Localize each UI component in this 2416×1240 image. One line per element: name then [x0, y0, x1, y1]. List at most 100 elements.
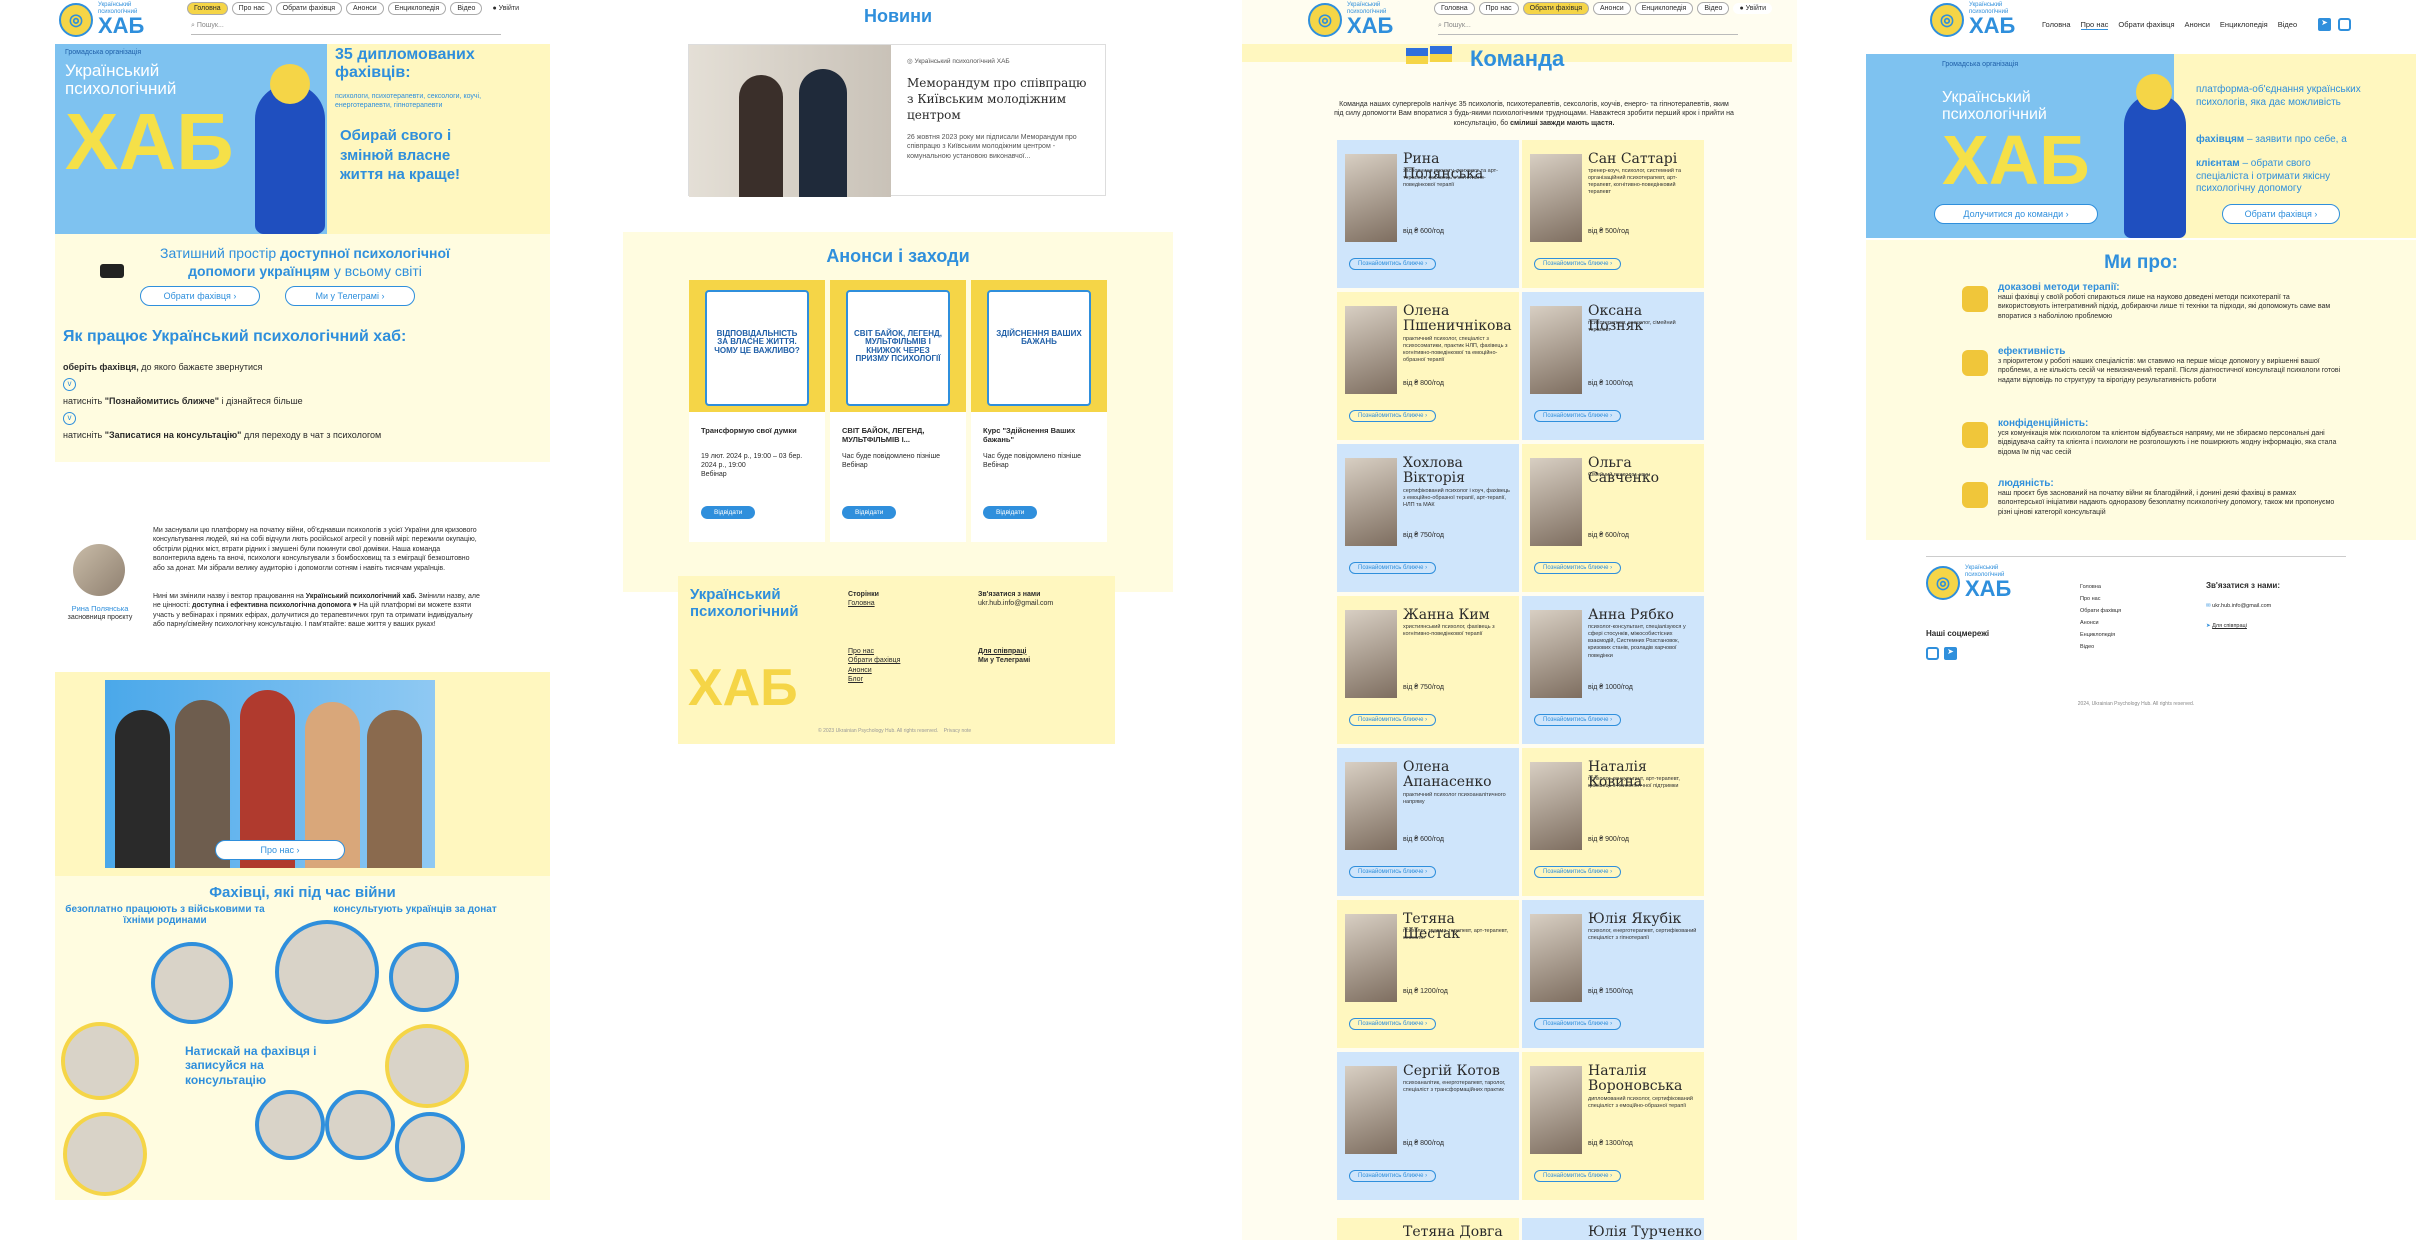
- learn-more-button[interactable]: Познайомитись ближче ›: [1349, 1170, 1437, 1182]
- search-input[interactable]: ⌕ Пошук...: [1438, 22, 1738, 35]
- footer-link[interactable]: Про нас: [848, 648, 874, 655]
- specialist-card[interactable]: Юлія Турченко: [1522, 1218, 1704, 1240]
- learn-more-button[interactable]: Познайомитись ближче ›: [1534, 866, 1622, 878]
- telegram-link[interactable]: Ми у Телеграмі: [978, 657, 1030, 664]
- specialist-card[interactable]: Сан Саттарі тренер-коуч, психолог, систем…: [1522, 140, 1704, 288]
- instagram-icon[interactable]: [2338, 18, 2351, 31]
- specialist-circle[interactable]: [255, 1090, 325, 1160]
- learn-more-button[interactable]: Познайомитись ближче ›: [1349, 258, 1437, 270]
- footer-logo[interactable]: ◎ Український психологічний ХАБ: [1926, 565, 2011, 600]
- email-link[interactable]: ukr.hub.info@gmail.com: [978, 600, 1053, 607]
- learn-more-button[interactable]: Познайомитись ближче ›: [1534, 1018, 1622, 1030]
- specialist-card[interactable]: Тетяна Шестак психолог, травма-терапевт, …: [1337, 900, 1519, 1048]
- nav-specialists[interactable]: Обрати фахівця: [275, 2, 343, 15]
- nav-home[interactable]: Головна: [2042, 20, 2071, 30]
- learn-more-button[interactable]: Познайомитись ближче ›: [1349, 562, 1437, 574]
- search-input[interactable]: ⌕ Пошук...: [191, 22, 501, 35]
- announcement-card[interactable]: ЗДІЙСНЕННЯ ВАШИХ БАЖАНЬ Курс "Здійснення …: [971, 280, 1107, 542]
- specialist-card[interactable]: Наталія Вороновська дипломований психолог…: [1522, 1052, 1704, 1200]
- choose-specialist-button[interactable]: Обрати фахівця ›: [2222, 204, 2340, 224]
- hero-title: Український психологічний: [65, 61, 177, 98]
- choose-specialist-button[interactable]: Обрати фахівця ›: [140, 286, 260, 306]
- nav-encyclopedia[interactable]: Енциклопедія: [2220, 20, 2268, 30]
- visit-button[interactable]: Відвідати: [983, 506, 1038, 519]
- specialist-card[interactable]: Жанна Ким християнський психолог, фахівец…: [1337, 596, 1519, 744]
- specialist-circle[interactable]: [385, 1024, 469, 1108]
- nav-encyclopedia[interactable]: Енциклопедія: [1634, 2, 1694, 15]
- specialist-circle[interactable]: [61, 1022, 139, 1100]
- specialist-card[interactable]: Тетяна Довга: [1337, 1218, 1519, 1240]
- nav-home[interactable]: Головна: [187, 2, 228, 15]
- nav-video[interactable]: Відео: [1697, 2, 1730, 15]
- footer-link[interactable]: Енциклопедія: [2080, 632, 2115, 638]
- nav-announcements[interactable]: Анонси: [1593, 2, 1631, 15]
- logo[interactable]: ◎ Український психологічний ХАБ: [1308, 2, 1393, 37]
- specialist-card[interactable]: Сергій Котов психоаналітик, енерготерапев…: [1337, 1052, 1519, 1200]
- footer-link[interactable]: Анонси: [2080, 620, 2099, 626]
- footer-link[interactable]: Про нас: [2080, 596, 2100, 602]
- nav-about[interactable]: Про нас: [1478, 2, 1519, 15]
- footer-coop[interactable]: ➤ Для співпраці: [2206, 623, 2247, 629]
- footer-email[interactable]: ✉ ukr.hub.info@gmail.com: [2206, 603, 2271, 609]
- specialist-circle[interactable]: [151, 942, 233, 1024]
- nav-announcements[interactable]: Анонси: [2185, 20, 2210, 30]
- footer-copyright: © 2023 Ukrainian Psychology Hub. All rig…: [818, 728, 972, 734]
- nav-about[interactable]: Про нас: [231, 2, 272, 15]
- specialist-card[interactable]: Ольга Савченко Сімейний психолог, коуч від…: [1522, 444, 1704, 592]
- specialist-circle[interactable]: [395, 1112, 465, 1182]
- learn-more-button[interactable]: Познайомитись ближче ›: [1534, 714, 1622, 726]
- telegram-icon[interactable]: ➤: [1944, 647, 1957, 660]
- visit-button[interactable]: Відвідати: [842, 506, 897, 519]
- nav-announcements[interactable]: Анонси: [346, 2, 384, 15]
- learn-more-button[interactable]: Познайомитись ближче ›: [1534, 410, 1622, 422]
- announcement-card[interactable]: СВІТ БАЙОК, ЛЕГЕНД, МУЛЬТФІЛЬМІВ І КНИЖО…: [830, 280, 966, 542]
- visit-button[interactable]: Відвідати: [701, 506, 756, 519]
- news-card[interactable]: ◎ Український психологічний ХАБ Меморанд…: [688, 44, 1106, 197]
- logo[interactable]: ◎ Український психологічний ХАБ: [1930, 2, 2015, 37]
- login-link[interactable]: ● Увійти: [1733, 3, 1773, 14]
- footer-link[interactable]: Головна: [2080, 584, 2101, 590]
- join-team-button[interactable]: Долучитися до команди ›: [1934, 204, 2098, 224]
- coop-link[interactable]: Для співпраці: [978, 648, 1026, 655]
- nav-encyclopedia[interactable]: Енциклопедія: [387, 2, 447, 15]
- learn-more-button[interactable]: Познайомитись ближче ›: [1349, 866, 1437, 878]
- specialist-card[interactable]: Анна Рябко психолог-консультант, спеціалі…: [1522, 596, 1704, 744]
- footer-link[interactable]: Відео: [2080, 644, 2094, 650]
- nav-home[interactable]: Головна: [1434, 2, 1475, 15]
- specialist-circle[interactable]: [325, 1090, 395, 1160]
- specialist-circle[interactable]: [389, 942, 459, 1012]
- footer-link[interactable]: Головна: [848, 600, 875, 607]
- telegram-icon[interactable]: ➤: [2318, 18, 2331, 31]
- footer-link[interactable]: Блог: [848, 676, 863, 683]
- learn-more-button[interactable]: Познайомитись ближче ›: [1534, 562, 1622, 574]
- learn-more-button[interactable]: Познайомитись ближче ›: [1534, 1170, 1622, 1182]
- specialist-card[interactable]: Оксана Позняк психотерапевт, сексолог, сі…: [1522, 292, 1704, 440]
- logo[interactable]: ◎ Український психологічний ХАБ: [59, 2, 144, 37]
- nav-video[interactable]: Відео: [450, 2, 483, 15]
- about-us-button[interactable]: Про нас ›: [215, 840, 345, 860]
- footer-link[interactable]: Обрати фахівця: [2080, 608, 2121, 614]
- specialist-card[interactable]: Хохлова Вікторія сертифікований психолог …: [1337, 444, 1519, 592]
- learn-more-button[interactable]: Познайомитись ближче ›: [1349, 410, 1437, 422]
- specialist-card[interactable]: Наталія Ковина психолог-консультант, арт-…: [1522, 748, 1704, 896]
- specialist-circle[interactable]: [63, 1112, 147, 1196]
- specialist-card[interactable]: Олена Пшеничнікова практичний психолог, с…: [1337, 292, 1519, 440]
- footer-link[interactable]: Анонси: [848, 667, 872, 674]
- footer-link[interactable]: Обрати фахівця: [848, 657, 900, 664]
- instagram-icon[interactable]: [1926, 647, 1939, 660]
- login-link[interactable]: ● Увійти: [486, 3, 526, 14]
- specialist-name: Наталія Вороновська: [1588, 1063, 1683, 1095]
- nav-video[interactable]: Відео: [2278, 20, 2297, 30]
- specialist-circle[interactable]: [275, 920, 379, 1024]
- specialist-card[interactable]: Рина Полянська засновниця проєкту, психол…: [1337, 140, 1519, 288]
- learn-more-button[interactable]: Познайомитись ближче ›: [1349, 714, 1437, 726]
- nav-specialists[interactable]: Обрати фахівця: [1522, 2, 1590, 15]
- telegram-button[interactable]: Ми у Телеграмі ›: [285, 286, 415, 306]
- specialist-card[interactable]: Юлія Якубік психолог, енерготерапевт, сер…: [1522, 900, 1704, 1048]
- learn-more-button[interactable]: Познайомитись ближче ›: [1534, 258, 1622, 270]
- learn-more-button[interactable]: Познайомитись ближче ›: [1349, 1018, 1437, 1030]
- nav-about[interactable]: Про нас: [2080, 20, 2109, 30]
- announcement-card[interactable]: ВІДПОВІДАЛЬНІСТЬ ЗА ВЛАСНЕ ЖИТТЯ. ЧОМУ Ц…: [689, 280, 825, 542]
- specialist-card[interactable]: Олена Апанасенко практичний психолог псих…: [1337, 748, 1519, 896]
- nav-specialists[interactable]: Обрати фахівця: [2118, 20, 2174, 30]
